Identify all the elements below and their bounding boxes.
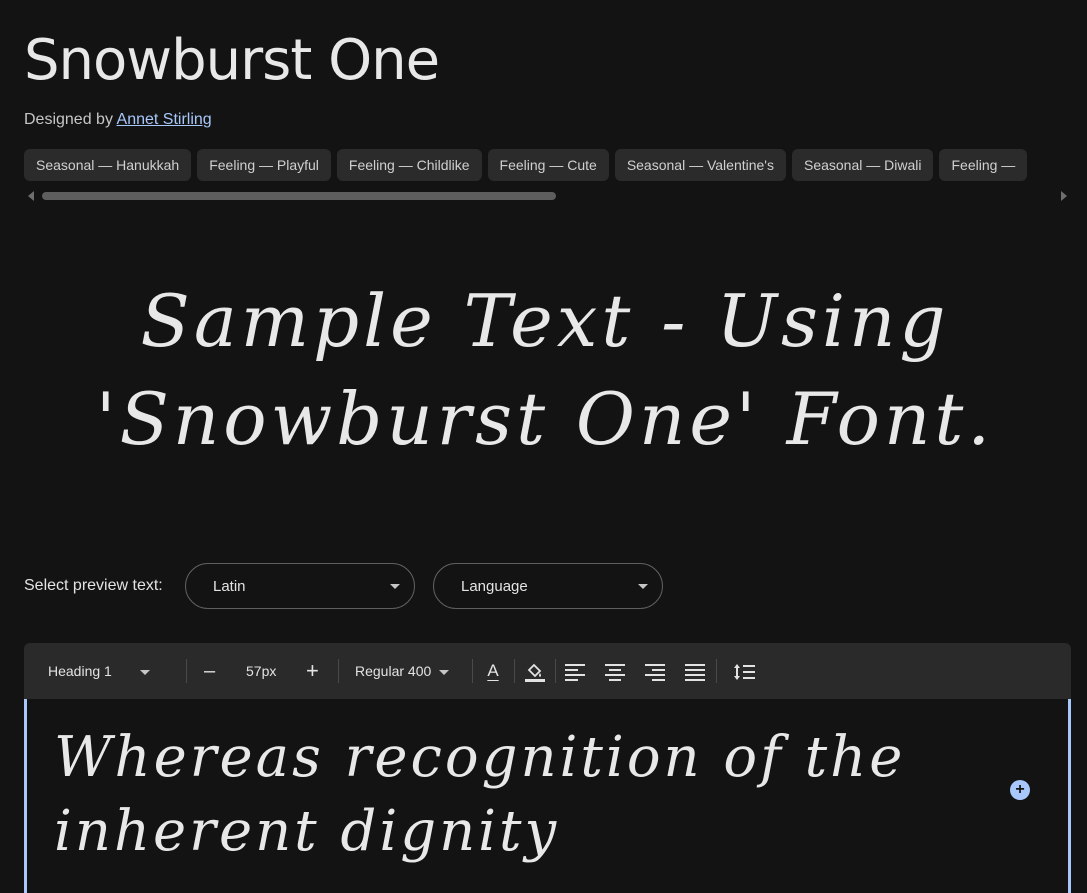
font-weight-value: Regular 400 [355, 663, 432, 679]
tag-chip[interactable]: Feeling — Playful [197, 149, 331, 181]
script-select[interactable]: Latin [185, 563, 415, 609]
toolbar-divider [186, 659, 187, 683]
line-height-icon[interactable] [733, 643, 755, 699]
tag-chip[interactable]: Seasonal — Hanukkah [24, 149, 192, 181]
text-style-value: Heading 1 [48, 663, 112, 679]
tag-chip[interactable]: Seasonal — Valentine's [614, 149, 786, 181]
tag-list: Seasonal — Hanukkah Feeling — Playful Feel… [24, 149, 1071, 182]
font-title: Snowburst One [24, 28, 440, 93]
toolbar-divider [472, 659, 473, 683]
preview-editor[interactable]: Whereas recognition of the inherent dign… [24, 699, 1071, 893]
align-justify-icon[interactable] [685, 643, 707, 699]
font-size-value[interactable]: 57px [246, 643, 276, 699]
language-select-value: Language [461, 578, 528, 595]
tag-chip[interactable]: Seasonal — Diwali [791, 149, 934, 181]
language-select[interactable]: Language [433, 563, 663, 609]
tag-chip[interactable]: Feeling — Childlike [336, 149, 482, 181]
designer-link[interactable]: Annet Stirling [117, 111, 212, 128]
scroll-right-arrow-icon[interactable] [1061, 191, 1067, 201]
preview-text-label: Select preview text: [24, 577, 163, 594]
text-color-icon[interactable]: A [484, 643, 502, 699]
sample-text-preview: Sample Text - Using 'Snowburst One' Font… [95, 279, 995, 461]
font-weight-select[interactable]: Regular 400 [355, 643, 450, 699]
increase-size-button[interactable]: + [306, 643, 319, 699]
dropdown-caret-icon [638, 584, 648, 589]
tag-scrollbar[interactable] [24, 190, 1071, 202]
toolbar-divider [338, 659, 339, 683]
highlight-color-icon[interactable] [524, 643, 546, 699]
dropdown-caret-icon [390, 584, 400, 589]
dropdown-caret-icon [439, 669, 450, 675]
designed-by-label: Designed by [24, 111, 113, 128]
align-left-icon[interactable] [565, 643, 587, 699]
editor-toolbar: Heading 1 – 57px + Regular 400 A [24, 643, 1071, 699]
tag-chip[interactable]: Feeling — Cute [487, 149, 609, 181]
decrease-size-button[interactable]: – [204, 643, 215, 699]
add-icon[interactable]: + [1010, 780, 1030, 800]
align-right-icon[interactable] [645, 643, 667, 699]
toolbar-divider [716, 659, 717, 683]
scrollbar-thumb[interactable] [42, 192, 556, 200]
text-style-select[interactable]: Heading 1 [48, 643, 150, 699]
toolbar-divider [555, 659, 556, 683]
dropdown-caret-icon [139, 669, 150, 675]
tag-chip[interactable]: Feeling — [939, 149, 1028, 181]
scroll-left-arrow-icon[interactable] [28, 191, 34, 201]
align-center-icon[interactable] [605, 643, 627, 699]
toolbar-divider [514, 659, 515, 683]
script-select-value: Latin [213, 578, 246, 595]
editor-preview-text[interactable]: Whereas recognition of the inherent dign… [54, 721, 974, 869]
designer-credit: Designed by Annet Stirling [24, 111, 212, 129]
